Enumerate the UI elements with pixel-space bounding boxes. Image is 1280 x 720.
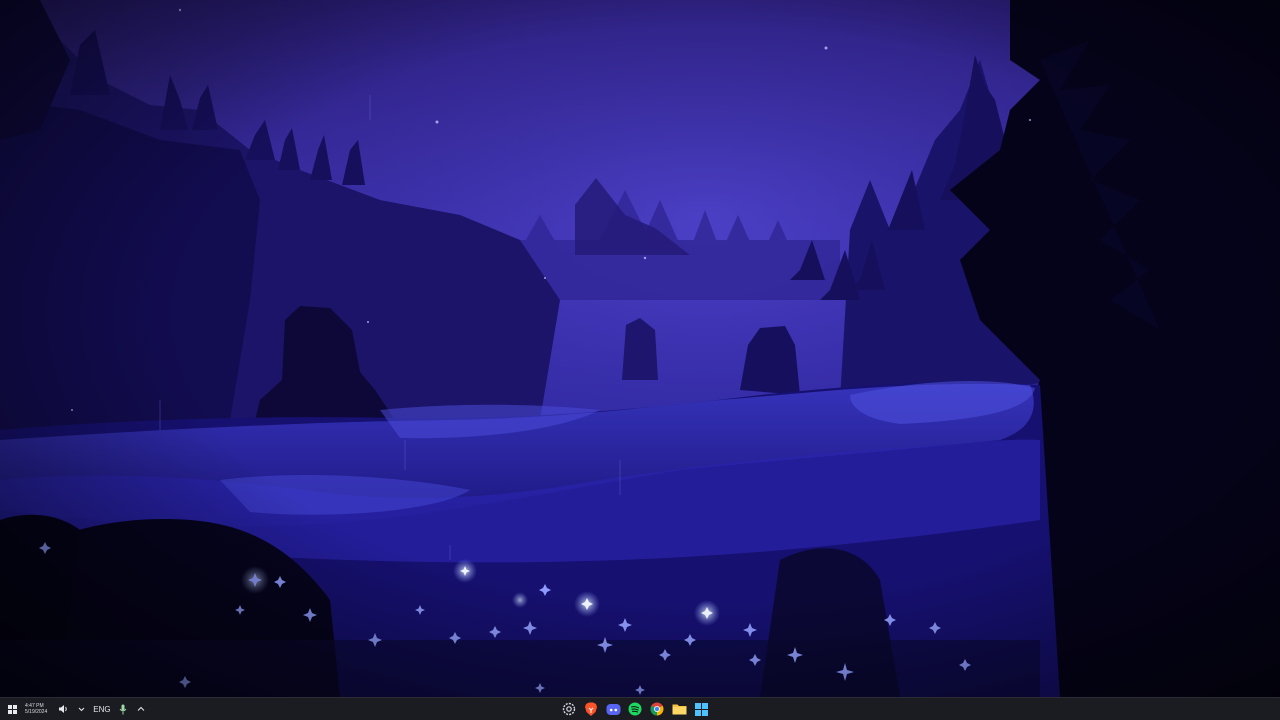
language-indicator[interactable]: ENG (93, 700, 110, 718)
windows-start-icon[interactable] (693, 701, 709, 717)
windows-logo[interactable] (6, 700, 18, 718)
speaker-icon[interactable] (57, 700, 69, 718)
clock[interactable]: 4:47 PM 5/19/2024 (25, 703, 47, 715)
discord-icon[interactable] (605, 701, 621, 717)
wallpaper-night-meadow (0, 0, 1280, 697)
chrome-icon[interactable] (649, 701, 665, 717)
taskbar: 4:47 PM 5/19/2024 ENG (0, 697, 1280, 720)
desktop[interactable] (0, 0, 1280, 697)
chevron-down-icon[interactable] (75, 700, 87, 718)
microphone-icon[interactable] (117, 700, 129, 718)
gear-icon[interactable] (561, 701, 577, 717)
folder-icon[interactable] (671, 701, 687, 717)
spotify-icon[interactable] (627, 701, 643, 717)
clock-date: 5/19/2024 (25, 709, 48, 715)
chevron-up-icon[interactable] (135, 700, 147, 718)
brave-lion-icon[interactable] (583, 701, 599, 717)
system-tray: 4:47 PM 5/19/2024 ENG (6, 698, 147, 720)
pinned-apps (561, 698, 709, 720)
